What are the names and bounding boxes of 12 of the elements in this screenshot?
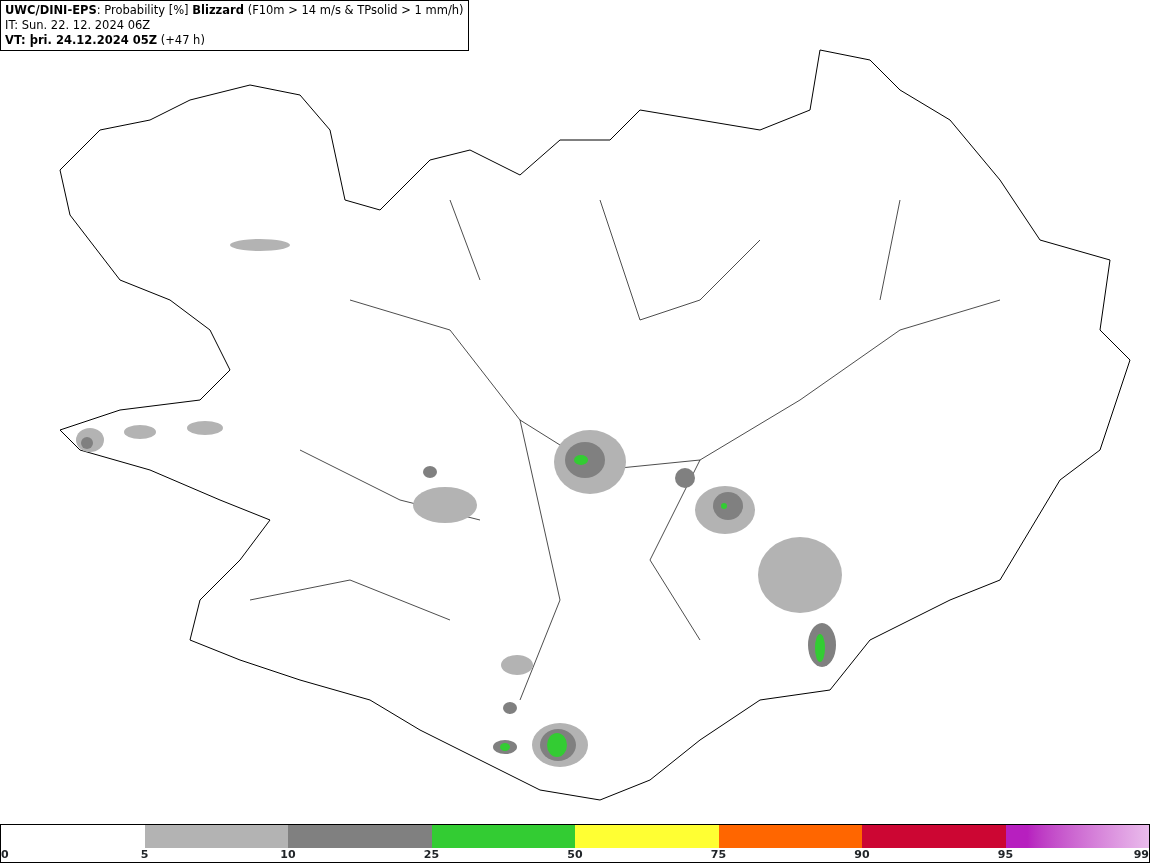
title-line: VT: þri. 24.12.2024 05Z (+47 h) bbox=[5, 33, 206, 48]
legend-tick-label: 50 bbox=[567, 848, 583, 862]
legend-tick-label: 25 bbox=[423, 848, 440, 862]
legend-tick-label: 75 bbox=[710, 848, 727, 862]
title-line: UWC/DINI-EPS: Probability [%] Blizzard (F10m > 14 m/s & TPsolid > 1 mm/h) bbox=[5, 3, 464, 18]
title-line: IT: Sun. 22. 12. 2024 06Z bbox=[5, 18, 152, 33]
legend-tick-label: 99 bbox=[1133, 848, 1149, 862]
legend-tick-label: 90 bbox=[854, 848, 870, 862]
legend-tick-label: 5 bbox=[140, 848, 149, 862]
legend-tick-label: 95 bbox=[997, 848, 1014, 862]
legend-tick-label: 10 bbox=[280, 848, 296, 862]
legend-tick-label: 0 bbox=[1, 848, 9, 862]
